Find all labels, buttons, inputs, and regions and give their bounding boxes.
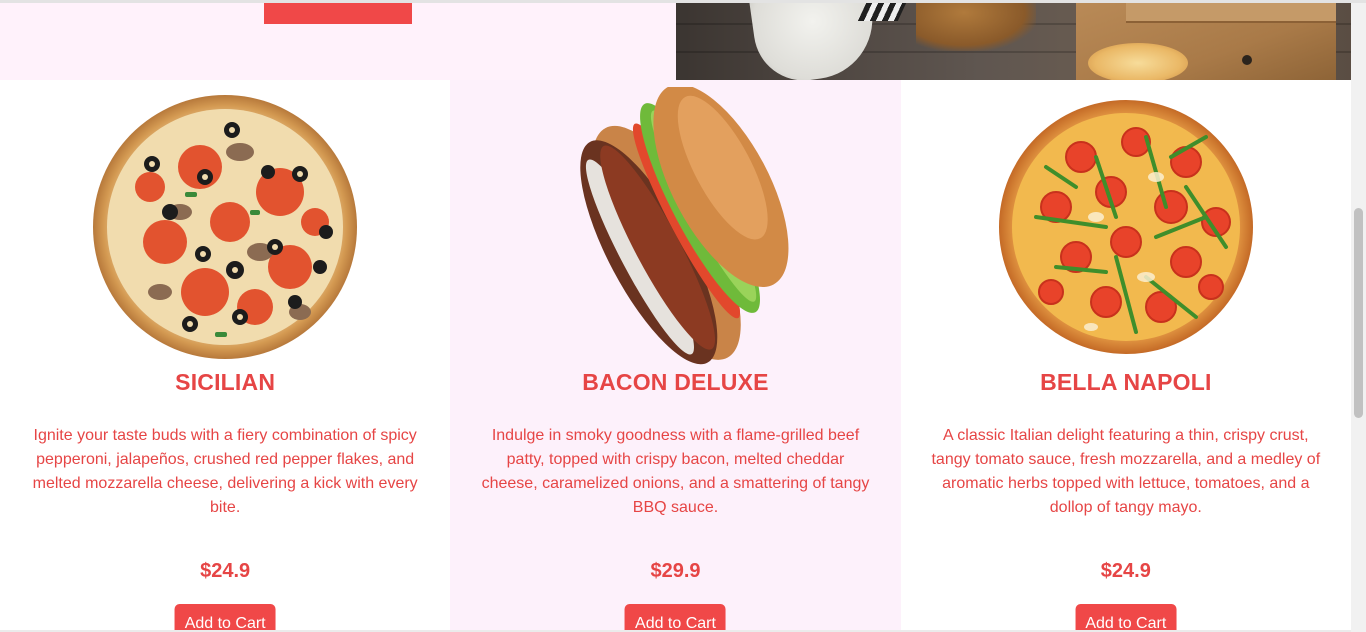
pizza-box-lid-image — [1126, 3, 1336, 23]
add-to-cart-button[interactable]: Add to Cart — [174, 604, 276, 632]
product-price: $24.9 — [1100, 560, 1151, 582]
product-price: $29.9 — [650, 560, 701, 582]
page-viewport: SICILIAN Ignite your taste buds with a f… — [0, 0, 1366, 632]
sicilian-pizza-image[interactable] — [75, 92, 375, 362]
product-name: BACON DELUXE — [582, 369, 769, 395]
product-price: $24.9 — [200, 560, 251, 582]
page-scrollbar[interactable] — [1351, 3, 1366, 632]
product-description: Ignite your taste buds with a fiery comb… — [32, 427, 418, 516]
burger-icon — [580, 87, 789, 365]
sock-stripe-image — [857, 3, 907, 21]
pizza-box-hole — [1242, 55, 1252, 65]
bacon-burger-image[interactable] — [525, 87, 825, 365]
pizza-icon — [93, 95, 358, 359]
pizza-slice-image — [1088, 43, 1188, 80]
scrollbar-thumb[interactable] — [1354, 208, 1363, 418]
dog-paw-image — [916, 3, 1036, 51]
product-description: A classic Italian delight featuring a th… — [931, 427, 1321, 516]
hero-text-panel — [0, 3, 676, 80]
add-to-cart-button[interactable]: Add to Cart — [1075, 604, 1177, 632]
product-card-bacon-deluxe: BACON DELUXE Indulge in smoky goodness w… — [450, 80, 901, 632]
product-grid: SICILIAN Ignite your taste buds with a f… — [0, 80, 1351, 632]
hero-cta-button[interactable] — [264, 3, 412, 24]
bella-napoli-pizza-image[interactable] — [976, 92, 1276, 362]
pizza-party-photo — [676, 3, 1351, 80]
product-description: Indulge in smoky goodness with a flame-g… — [481, 427, 870, 516]
hero-section — [0, 3, 1351, 80]
product-name: BELLA NAPOLI — [1040, 369, 1212, 395]
product-card-bella-napoli: BELLA NAPOLI A classic Italian delight f… — [900, 80, 1351, 632]
product-name: SICILIAN — [175, 369, 276, 395]
product-card-sicilian: SICILIAN Ignite your taste buds with a f… — [0, 80, 451, 632]
add-to-cart-button[interactable]: Add to Cart — [625, 604, 726, 632]
pizza-icon — [998, 100, 1253, 354]
